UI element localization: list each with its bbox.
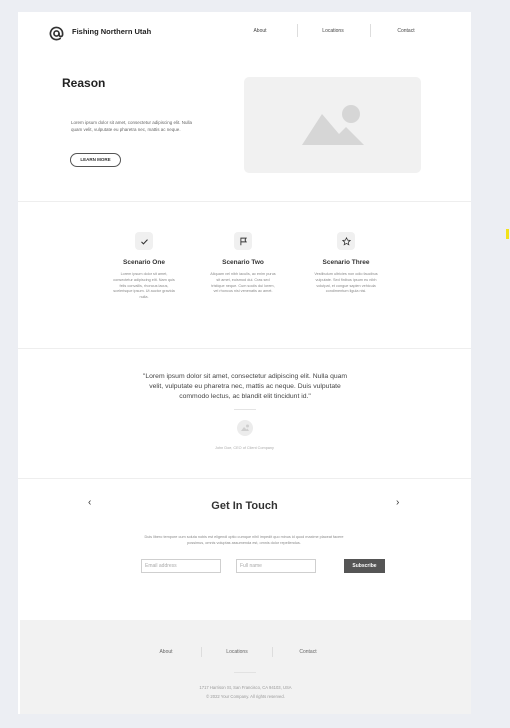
subscribe-button[interactable]: Subscribe — [344, 559, 385, 573]
email-field[interactable] — [141, 559, 221, 573]
quote-divider — [234, 409, 256, 410]
feature-card: Scenario One Lorem ipsum dolor sit amet,… — [99, 232, 189, 301]
flag-icon — [234, 232, 252, 250]
full-name-field[interactable] — [236, 559, 316, 573]
section-divider — [18, 348, 471, 349]
footer-copyright: © 2022 Your Company. All rights reserved… — [206, 694, 285, 699]
feature-title: Scenario One — [123, 259, 165, 266]
footer-nav-divider — [272, 647, 273, 657]
feature-title: Scenario Three — [322, 259, 370, 266]
footer-nav-contact[interactable]: Contact — [278, 649, 338, 655]
check-icon — [135, 232, 153, 250]
section-divider — [18, 201, 471, 202]
contact-title: Get In Touch — [211, 500, 278, 512]
at-sign-logo-icon[interactable] — [48, 25, 65, 42]
image-placeholder-icon — [302, 105, 364, 145]
site-header: Fishing Northern Utah About Locations Co… — [18, 12, 471, 52]
testimonial-author: John Doe, CEO of Client Company — [215, 446, 274, 450]
hero-image-placeholder — [244, 77, 421, 173]
avatar — [237, 420, 253, 436]
footer-divider — [234, 672, 256, 673]
footer-nav-about[interactable]: About — [136, 649, 196, 655]
testimonial-quote: "Lorem ipsum dolor sit amet, consectetur… — [142, 373, 348, 400]
hero-text: Lorem ipsum dolor sit amet, consectetur … — [71, 120, 193, 132]
next-arrow-icon[interactable]: › — [396, 498, 399, 508]
image-placeholder-icon — [241, 424, 249, 431]
hero-title: Reason — [62, 76, 106, 90]
star-icon — [337, 232, 355, 250]
feature-text: Aliquam vel nibh iaculis, ac enim purus … — [210, 272, 276, 294]
feature-title: Scenario Two — [222, 259, 264, 266]
footer-nav-locations[interactable]: Locations — [207, 649, 267, 655]
prev-arrow-icon[interactable]: ‹ — [88, 498, 91, 508]
edge-marker — [506, 229, 509, 239]
footer-address-block: 1717 Harrison St, San Francisco, CA 9410… — [20, 683, 471, 701]
nav-locations[interactable]: Locations — [296, 24, 370, 38]
feature-text: Lorem ipsum dolor sit amet, consectetur … — [113, 272, 175, 300]
page: Fishing Northern Utah About Locations Co… — [18, 12, 471, 714]
footer-nav-divider — [201, 647, 202, 657]
nav-contact[interactable]: Contact — [369, 24, 443, 38]
feature-card: Scenario Two Aliquam vel nibh iaculis, a… — [198, 232, 288, 295]
contact-text: Duis libero tempore cum soluta nobis est… — [144, 535, 344, 545]
feature-text: Vestibulum ultricies non odio faucibus v… — [314, 272, 378, 294]
site-footer: About Locations Contact 1717 Harrison St… — [20, 620, 471, 714]
feature-card: Scenario Three Vestibulum ultricies non … — [301, 232, 391, 295]
section-divider — [18, 478, 471, 479]
learn-more-button[interactable]: LEARN MORE — [70, 153, 121, 167]
brand-name[interactable]: Fishing Northern Utah — [72, 27, 151, 36]
footer-address: 1717 Harrison St, San Francisco, CA 9410… — [199, 685, 292, 690]
nav-about[interactable]: About — [223, 24, 297, 38]
